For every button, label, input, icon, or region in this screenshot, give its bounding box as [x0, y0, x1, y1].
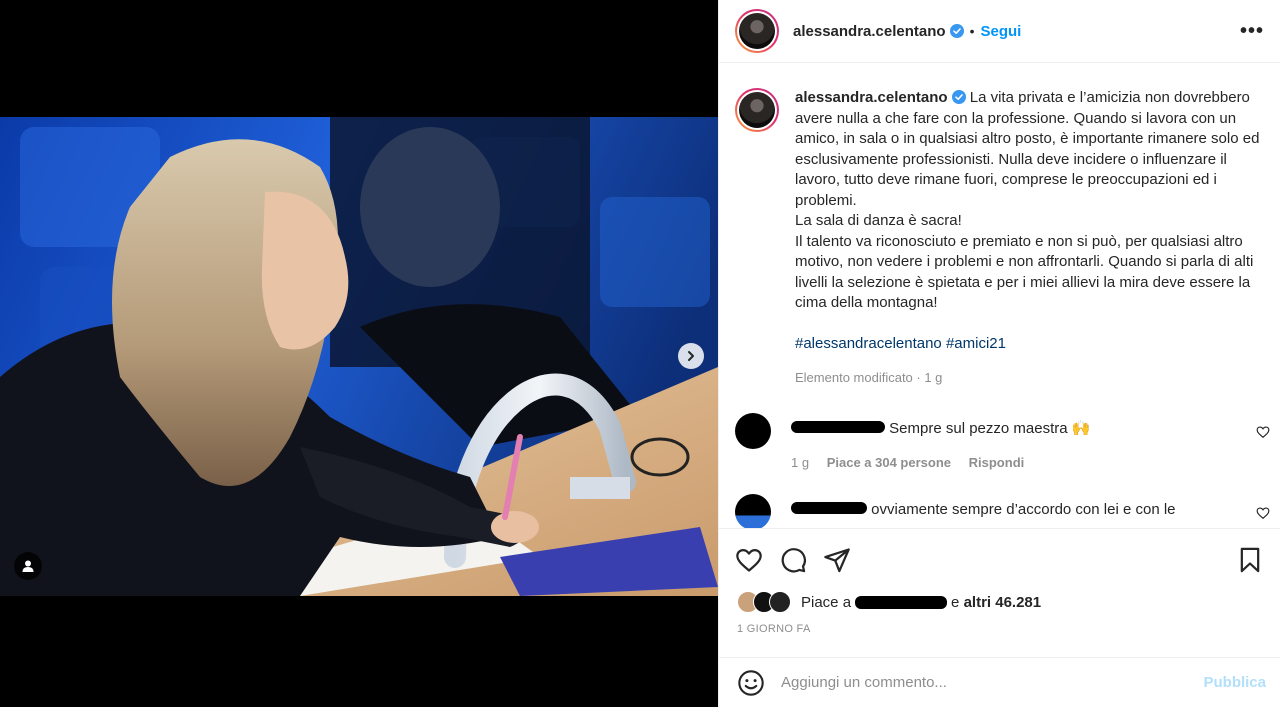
- comment-input[interactable]: [781, 674, 1204, 691]
- commenter-avatar[interactable]: [735, 493, 771, 528]
- commenter-avatar[interactable]: [735, 412, 771, 449]
- post-media: [0, 0, 718, 707]
- comment-text: ovviamente sempre d’accordo con lei e co…: [871, 500, 1176, 518]
- hashtags: #alessandracelentano #amici21: [795, 334, 1264, 355]
- next-photo-button[interactable]: [678, 343, 704, 369]
- comment-like-heart-icon[interactable]: [1256, 506, 1270, 520]
- redacted-liker[interactable]: [855, 595, 948, 609]
- post-time-ago[interactable]: 1 GIORNO FA: [719, 613, 1280, 635]
- likes-and: e: [951, 593, 960, 611]
- comment-bubble-icon[interactable]: [779, 546, 807, 574]
- comments-scroll-area[interactable]: alessandra.celentano La vita privata e l…: [719, 64, 1280, 528]
- comment-item: ovviamente sempre d’accordo con lei e co…: [719, 493, 1280, 528]
- post-photo-illustration: [0, 117, 718, 596]
- like-heart-icon[interactable]: [735, 546, 763, 574]
- hashtag-link[interactable]: #alessandracelentano: [795, 335, 942, 352]
- caption-meta: Elemento modificato · 1 g: [795, 370, 943, 385]
- caption-author-avatar[interactable]: [735, 88, 779, 132]
- caption-body: alessandra.celentano La vita privata e l…: [795, 88, 1264, 389]
- post-photo[interactable]: [0, 117, 718, 596]
- comment-time[interactable]: 1 g: [791, 455, 809, 470]
- post-detail-panel: alessandra.celentano • Segui ••• alessan…: [718, 0, 1280, 707]
- publish-button[interactable]: Pubblica: [1203, 674, 1266, 691]
- liker-avatars[interactable]: [737, 591, 795, 613]
- hashtag-link[interactable]: #amici21: [946, 335, 1006, 352]
- likes-prefix: Piace a: [801, 593, 852, 611]
- verified-badge-icon: [951, 90, 966, 104]
- share-paper-plane-icon[interactable]: [823, 546, 851, 574]
- add-comment-bar: Pubblica: [719, 657, 1280, 707]
- verified-badge-icon: [949, 24, 964, 38]
- likes-summary: Piace a e altri 46.281: [719, 575, 1280, 613]
- author-username[interactable]: alessandra.celentano: [793, 23, 946, 40]
- reply-button[interactable]: Rispondi: [969, 455, 1025, 470]
- action-icons: [719, 529, 1280, 575]
- redacted-username: [791, 501, 867, 514]
- post-actions: Piace a e altri 46.281 1 GIORNO FA: [719, 528, 1280, 658]
- likes-count[interactable]: altri 46.281: [964, 594, 1042, 611]
- comment-actions: 1 g Piace a 304 persone Rispondi: [791, 455, 1090, 470]
- caption-username[interactable]: alessandra.celentano: [795, 89, 948, 106]
- comment-likes[interactable]: Piace a 304 persone: [827, 455, 951, 470]
- more-options-icon[interactable]: •••: [1240, 20, 1264, 43]
- author-info: alessandra.celentano • Segui: [793, 23, 1021, 40]
- post-header: alessandra.celentano • Segui •••: [719, 0, 1280, 63]
- redacted-username: [791, 420, 885, 433]
- emoji-icon[interactable]: [737, 669, 765, 697]
- separator-dot: •: [969, 23, 975, 39]
- comment-text: Sempre sul pezzo maestra 🙌: [889, 419, 1091, 437]
- comment-item: Sempre sul pezzo maestra 🙌 1 g Piace a 3…: [719, 412, 1280, 470]
- comment-like-heart-icon[interactable]: [1256, 425, 1270, 439]
- tagged-users-button[interactable]: [14, 552, 42, 580]
- caption-text: La vita privata e l’amicizia non dovrebb…: [795, 89, 1260, 311]
- save-bookmark-icon[interactable]: [1236, 546, 1264, 574]
- author-avatar[interactable]: [735, 9, 779, 53]
- follow-button[interactable]: Segui: [980, 23, 1021, 40]
- user-tag-icon: [22, 560, 34, 572]
- chevron-right-icon: [688, 351, 694, 361]
- caption: alessandra.celentano La vita privata e l…: [719, 64, 1280, 389]
